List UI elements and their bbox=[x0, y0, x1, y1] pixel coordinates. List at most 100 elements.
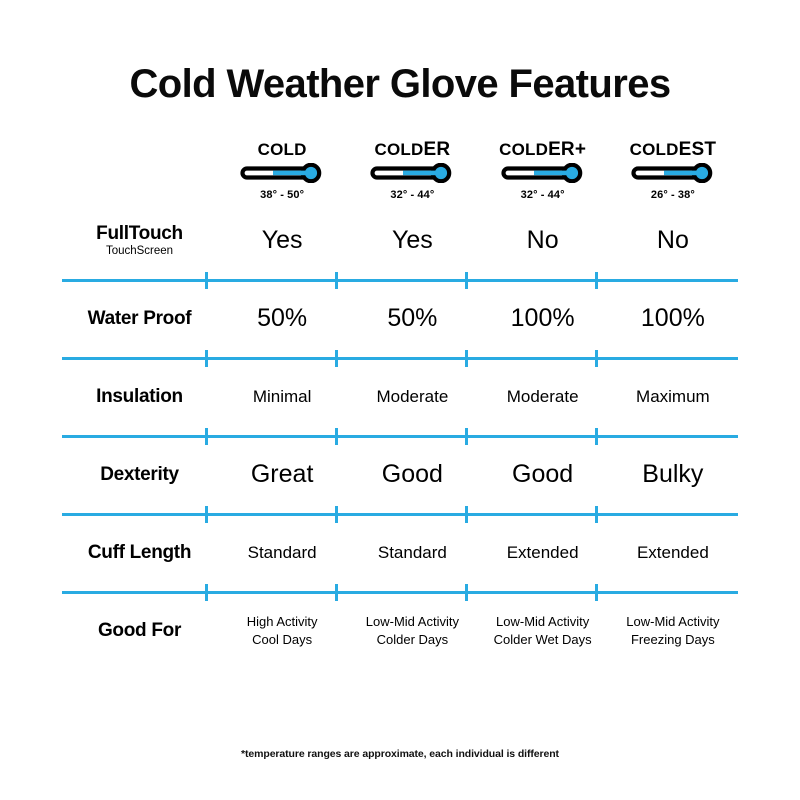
cell-line: Standard bbox=[377, 542, 447, 562]
column-header-label-3: COLDEST bbox=[630, 140, 717, 159]
cell-line: Cool Days bbox=[252, 632, 313, 647]
row-label: Cuff Length bbox=[87, 542, 192, 564]
table-header-row: COLD 38° - 50° COLDER 32° - 44° COLDER+ … bbox=[62, 140, 738, 212]
table-cell: Good bbox=[347, 461, 477, 489]
row-label-cell: Insulation bbox=[62, 387, 217, 407]
table-cell: 50% bbox=[217, 305, 347, 333]
table-cell: Bulky bbox=[608, 461, 738, 489]
divider-line bbox=[62, 435, 738, 438]
table-cell: No bbox=[478, 227, 608, 255]
column-header-range-1: 32° - 44° bbox=[390, 189, 435, 201]
cell-line: No bbox=[526, 226, 559, 255]
column-header-suffix-3: EST bbox=[678, 139, 717, 160]
cell-line: No bbox=[656, 226, 689, 255]
cell-line: Low-Mid Activity bbox=[496, 614, 590, 630]
divider-tick bbox=[335, 350, 338, 367]
divider-tick bbox=[205, 584, 208, 601]
divider-tick bbox=[205, 350, 208, 367]
divider-tick bbox=[595, 272, 598, 289]
table-cell: High Activity Cool Days bbox=[217, 613, 347, 648]
column-header-base-0: COLD bbox=[257, 140, 307, 159]
row-divider bbox=[62, 504, 738, 524]
table-body: FullTouch TouchScreen Yes Yes No No Water Proo… bbox=[62, 212, 738, 660]
cell-line: High Activity bbox=[246, 614, 318, 630]
cell-line: Moderate bbox=[376, 386, 449, 406]
row-divider bbox=[62, 426, 738, 446]
cell-line: Colder Wet Days bbox=[493, 632, 592, 647]
cell-line: Extended bbox=[506, 542, 579, 562]
divider-tick bbox=[595, 584, 598, 601]
column-header-3: COLDEST 26° - 38° bbox=[608, 140, 738, 201]
row-label-cell: FullTouch TouchScreen bbox=[62, 224, 217, 258]
row-label-cell: Good For bbox=[62, 621, 217, 641]
table-cell: Extended bbox=[608, 542, 738, 563]
table-row: Dexterity Great Good Good Bulky bbox=[62, 446, 738, 504]
cell-line: Freezing Days bbox=[630, 632, 715, 647]
divider-tick bbox=[335, 584, 338, 601]
cell-line: Standard bbox=[247, 542, 317, 562]
table-cell: Yes bbox=[347, 227, 477, 255]
column-header-suffix-1: ER bbox=[423, 139, 451, 160]
row-sublabel: TouchScreen bbox=[105, 245, 174, 258]
column-header-label-0: COLD bbox=[258, 140, 307, 159]
table-row: Water Proof 50% 50% 100% 100% bbox=[62, 290, 738, 348]
row-divider bbox=[62, 348, 738, 368]
column-header-label-1: COLDER bbox=[374, 140, 450, 159]
divider-tick bbox=[335, 506, 338, 523]
cell-line: 100% bbox=[510, 304, 575, 333]
feature-table: COLD 38° - 50° COLDER 32° - 44° COLDER+ … bbox=[62, 140, 738, 660]
thermometer-icon bbox=[240, 162, 324, 188]
column-header-base-1: COLD bbox=[374, 140, 424, 159]
cell-line: 50% bbox=[257, 304, 308, 333]
row-label-cell: Dexterity bbox=[62, 465, 217, 485]
cell-line: Low-Mid Activity bbox=[365, 614, 459, 630]
divider-line bbox=[62, 513, 738, 516]
cell-line: Minimal bbox=[252, 386, 312, 406]
table-cell: Standard bbox=[217, 542, 347, 563]
column-header-1: COLDER 32° - 44° bbox=[347, 140, 477, 201]
table-cell: Low-Mid Activity Freezing Days bbox=[608, 613, 738, 648]
cell-line: Great bbox=[250, 460, 314, 489]
row-label: Dexterity bbox=[100, 464, 179, 486]
cell-line: Maximum bbox=[636, 386, 710, 406]
table-cell: Yes bbox=[217, 227, 347, 255]
divider-tick bbox=[205, 506, 208, 523]
comparison-chart: Cold Weather Glove Features COLD 38° - 5… bbox=[0, 0, 800, 800]
divider-tick bbox=[465, 584, 468, 601]
row-divider bbox=[62, 270, 738, 290]
table-cell: Low-Mid Activity Colder Wet Days bbox=[478, 613, 608, 648]
table-row: FullTouch TouchScreen Yes Yes No No bbox=[62, 212, 738, 270]
cell-line: Extended bbox=[636, 542, 709, 562]
table-cell: Moderate bbox=[347, 386, 477, 407]
column-header-range-0: 38° - 50° bbox=[260, 189, 305, 201]
divider-tick bbox=[465, 350, 468, 367]
column-header-base-2: COLD bbox=[499, 140, 549, 159]
page-title: Cold Weather Glove Features bbox=[129, 62, 672, 106]
column-header-label-2: COLDER+ bbox=[499, 140, 586, 159]
cell-line: Moderate bbox=[506, 386, 579, 406]
divider-line bbox=[62, 591, 738, 594]
divider-tick bbox=[335, 272, 338, 289]
cell-line: Bulky bbox=[642, 460, 704, 489]
cell-line: Yes bbox=[261, 226, 303, 255]
table-cell: Standard bbox=[347, 542, 477, 563]
column-header-2: COLDER+ 32° - 44° bbox=[478, 140, 608, 201]
table-row: Good For High Activity Cool Days Low-Mid Ac… bbox=[62, 602, 738, 660]
row-label: Good For bbox=[97, 620, 182, 642]
table-cell: Good bbox=[478, 461, 608, 489]
column-header-range-2: 32° - 44° bbox=[520, 189, 565, 201]
divider-tick bbox=[595, 506, 598, 523]
table-cell: Moderate bbox=[478, 386, 608, 407]
column-header-0: COLD 38° - 50° bbox=[217, 140, 347, 201]
divider-tick bbox=[205, 272, 208, 289]
row-label: Insulation bbox=[96, 386, 183, 408]
thermometer-icon bbox=[631, 162, 715, 188]
row-label-cell: Cuff Length bbox=[62, 543, 217, 563]
divider-line bbox=[62, 279, 738, 282]
divider-line bbox=[62, 357, 738, 360]
divider-tick bbox=[465, 428, 468, 445]
table-row: Cuff Length Standard Standard Extended Exten… bbox=[62, 524, 738, 582]
table-cell: Minimal bbox=[217, 386, 347, 407]
table-cell: Great bbox=[217, 461, 347, 489]
divider-tick bbox=[595, 428, 598, 445]
